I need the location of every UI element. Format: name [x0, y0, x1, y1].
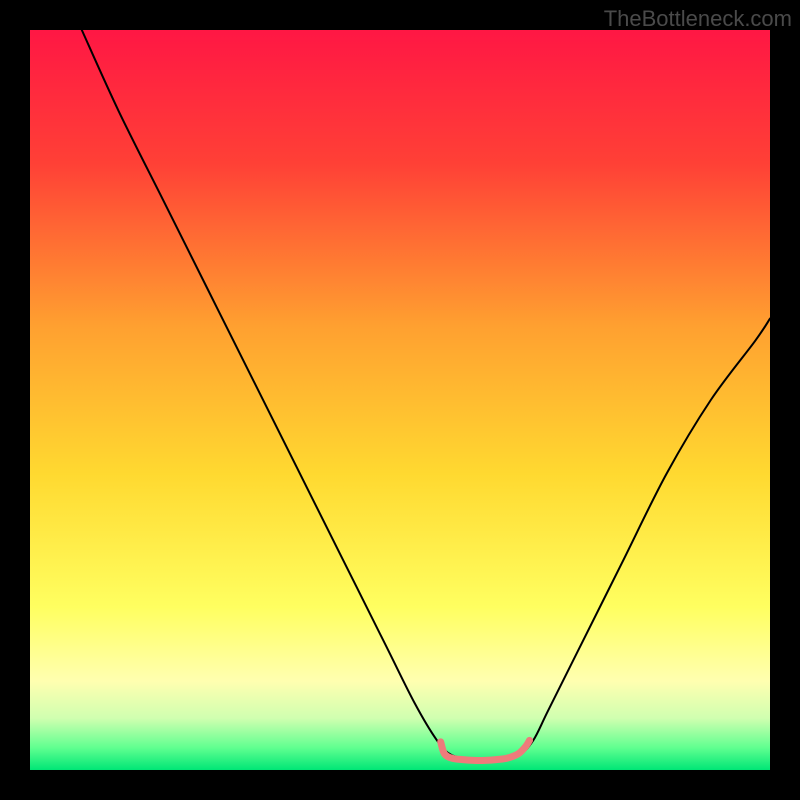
watermark-text: TheBottleneck.com	[604, 6, 792, 32]
chart-container: TheBottleneck.com	[0, 0, 800, 800]
bottleneck-chart	[0, 0, 800, 800]
chart-background	[30, 30, 770, 770]
